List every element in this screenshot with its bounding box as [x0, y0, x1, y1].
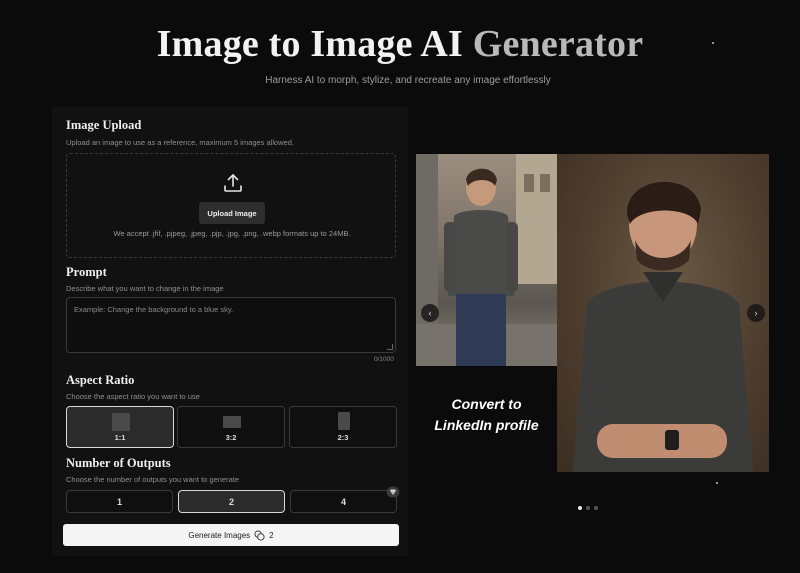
- prompt-input[interactable]: Example: Change the background to a blue…: [66, 297, 396, 353]
- prompt-title: Prompt: [66, 265, 107, 279]
- before-photo-illustration: [416, 154, 557, 366]
- decorative-star: [712, 42, 714, 44]
- generate-cost: 2: [269, 530, 274, 540]
- aspect-ratio-label: 1:1: [114, 433, 126, 442]
- outputs-option-1[interactable]: 1: [66, 490, 173, 513]
- outputs-option-2[interactable]: 2: [178, 490, 285, 513]
- square-shape-icon: [112, 413, 130, 431]
- upload-icon: [224, 174, 242, 192]
- page-subtitle: Harness AI to morph, stylize, and recrea…: [265, 75, 551, 86]
- prompt-description: Describe what you want to change in the …: [66, 284, 224, 293]
- aspect-ratio-3-2[interactable]: 3:2: [177, 406, 285, 448]
- carousel-caption: Convert to LinkedIn profile: [416, 394, 557, 436]
- chevron-left-icon: ‹: [428, 308, 432, 318]
- caption-line-2: LinkedIn profile: [434, 417, 539, 433]
- carousel-dot[interactable]: [578, 506, 582, 510]
- aspect-ratio-label: 3:2: [225, 433, 237, 442]
- outputs-description: Choose the number of outputs you want to…: [66, 475, 240, 484]
- aspect-ratio-description: Choose the aspect ratio you want to use: [66, 392, 200, 401]
- page-title: Image to Image AI Generator: [0, 22, 800, 66]
- prompt-placeholder: Example: Change the background to a blue…: [74, 305, 234, 314]
- carousel-dots: [578, 506, 598, 510]
- title-main: Image to Image AI: [156, 23, 463, 65]
- generate-label: Generate Images: [188, 530, 251, 540]
- outputs-option-4[interactable]: 4: [290, 490, 397, 513]
- example-carousel: Convert to LinkedIn profile: [416, 154, 769, 472]
- carousel-next-button[interactable]: ›: [747, 304, 765, 322]
- decorative-star: [716, 482, 718, 484]
- upload-description: Upload an image to use as a reference, m…: [66, 138, 295, 147]
- aspect-ratio-label: 2:3: [337, 433, 349, 442]
- upload-title: Image Upload: [66, 118, 142, 132]
- landscape-shape-icon: [223, 416, 241, 428]
- carousel-dot[interactable]: [586, 506, 590, 510]
- upload-image-button[interactable]: Upload Image: [199, 202, 265, 224]
- char-count: 0/1000: [374, 356, 394, 363]
- portrait-shape-icon: [338, 412, 350, 430]
- title-fade: Generator: [472, 23, 644, 65]
- upload-formats: We accept .jfif, .pjpeg, .jpeg, .pjp, .j…: [113, 229, 351, 238]
- credits-coin-icon: [254, 529, 265, 541]
- after-photo: [557, 154, 769, 472]
- aspect-ratio-title: Aspect Ratio: [66, 373, 135, 387]
- chevron-right-icon: ›: [754, 308, 758, 318]
- generate-images-button[interactable]: Generate Images 2: [63, 524, 399, 546]
- caption-line-1: Convert to: [451, 396, 522, 412]
- aspect-ratio-2-3[interactable]: 2:3: [289, 406, 397, 448]
- aspect-ratio-1-1[interactable]: 1:1: [66, 406, 174, 448]
- premium-gem-icon: [386, 486, 400, 498]
- carousel-dot[interactable]: [594, 506, 598, 510]
- after-photo-illustration: [573, 181, 753, 472]
- resize-grip-icon[interactable]: [387, 344, 393, 350]
- before-photo: [416, 154, 557, 366]
- carousel-prev-button[interactable]: ‹: [421, 304, 439, 322]
- outputs-title: Number of Outputs: [66, 456, 171, 470]
- upload-dropzone[interactable]: Upload Image We accept .jfif, .pjpeg, .j…: [66, 153, 396, 258]
